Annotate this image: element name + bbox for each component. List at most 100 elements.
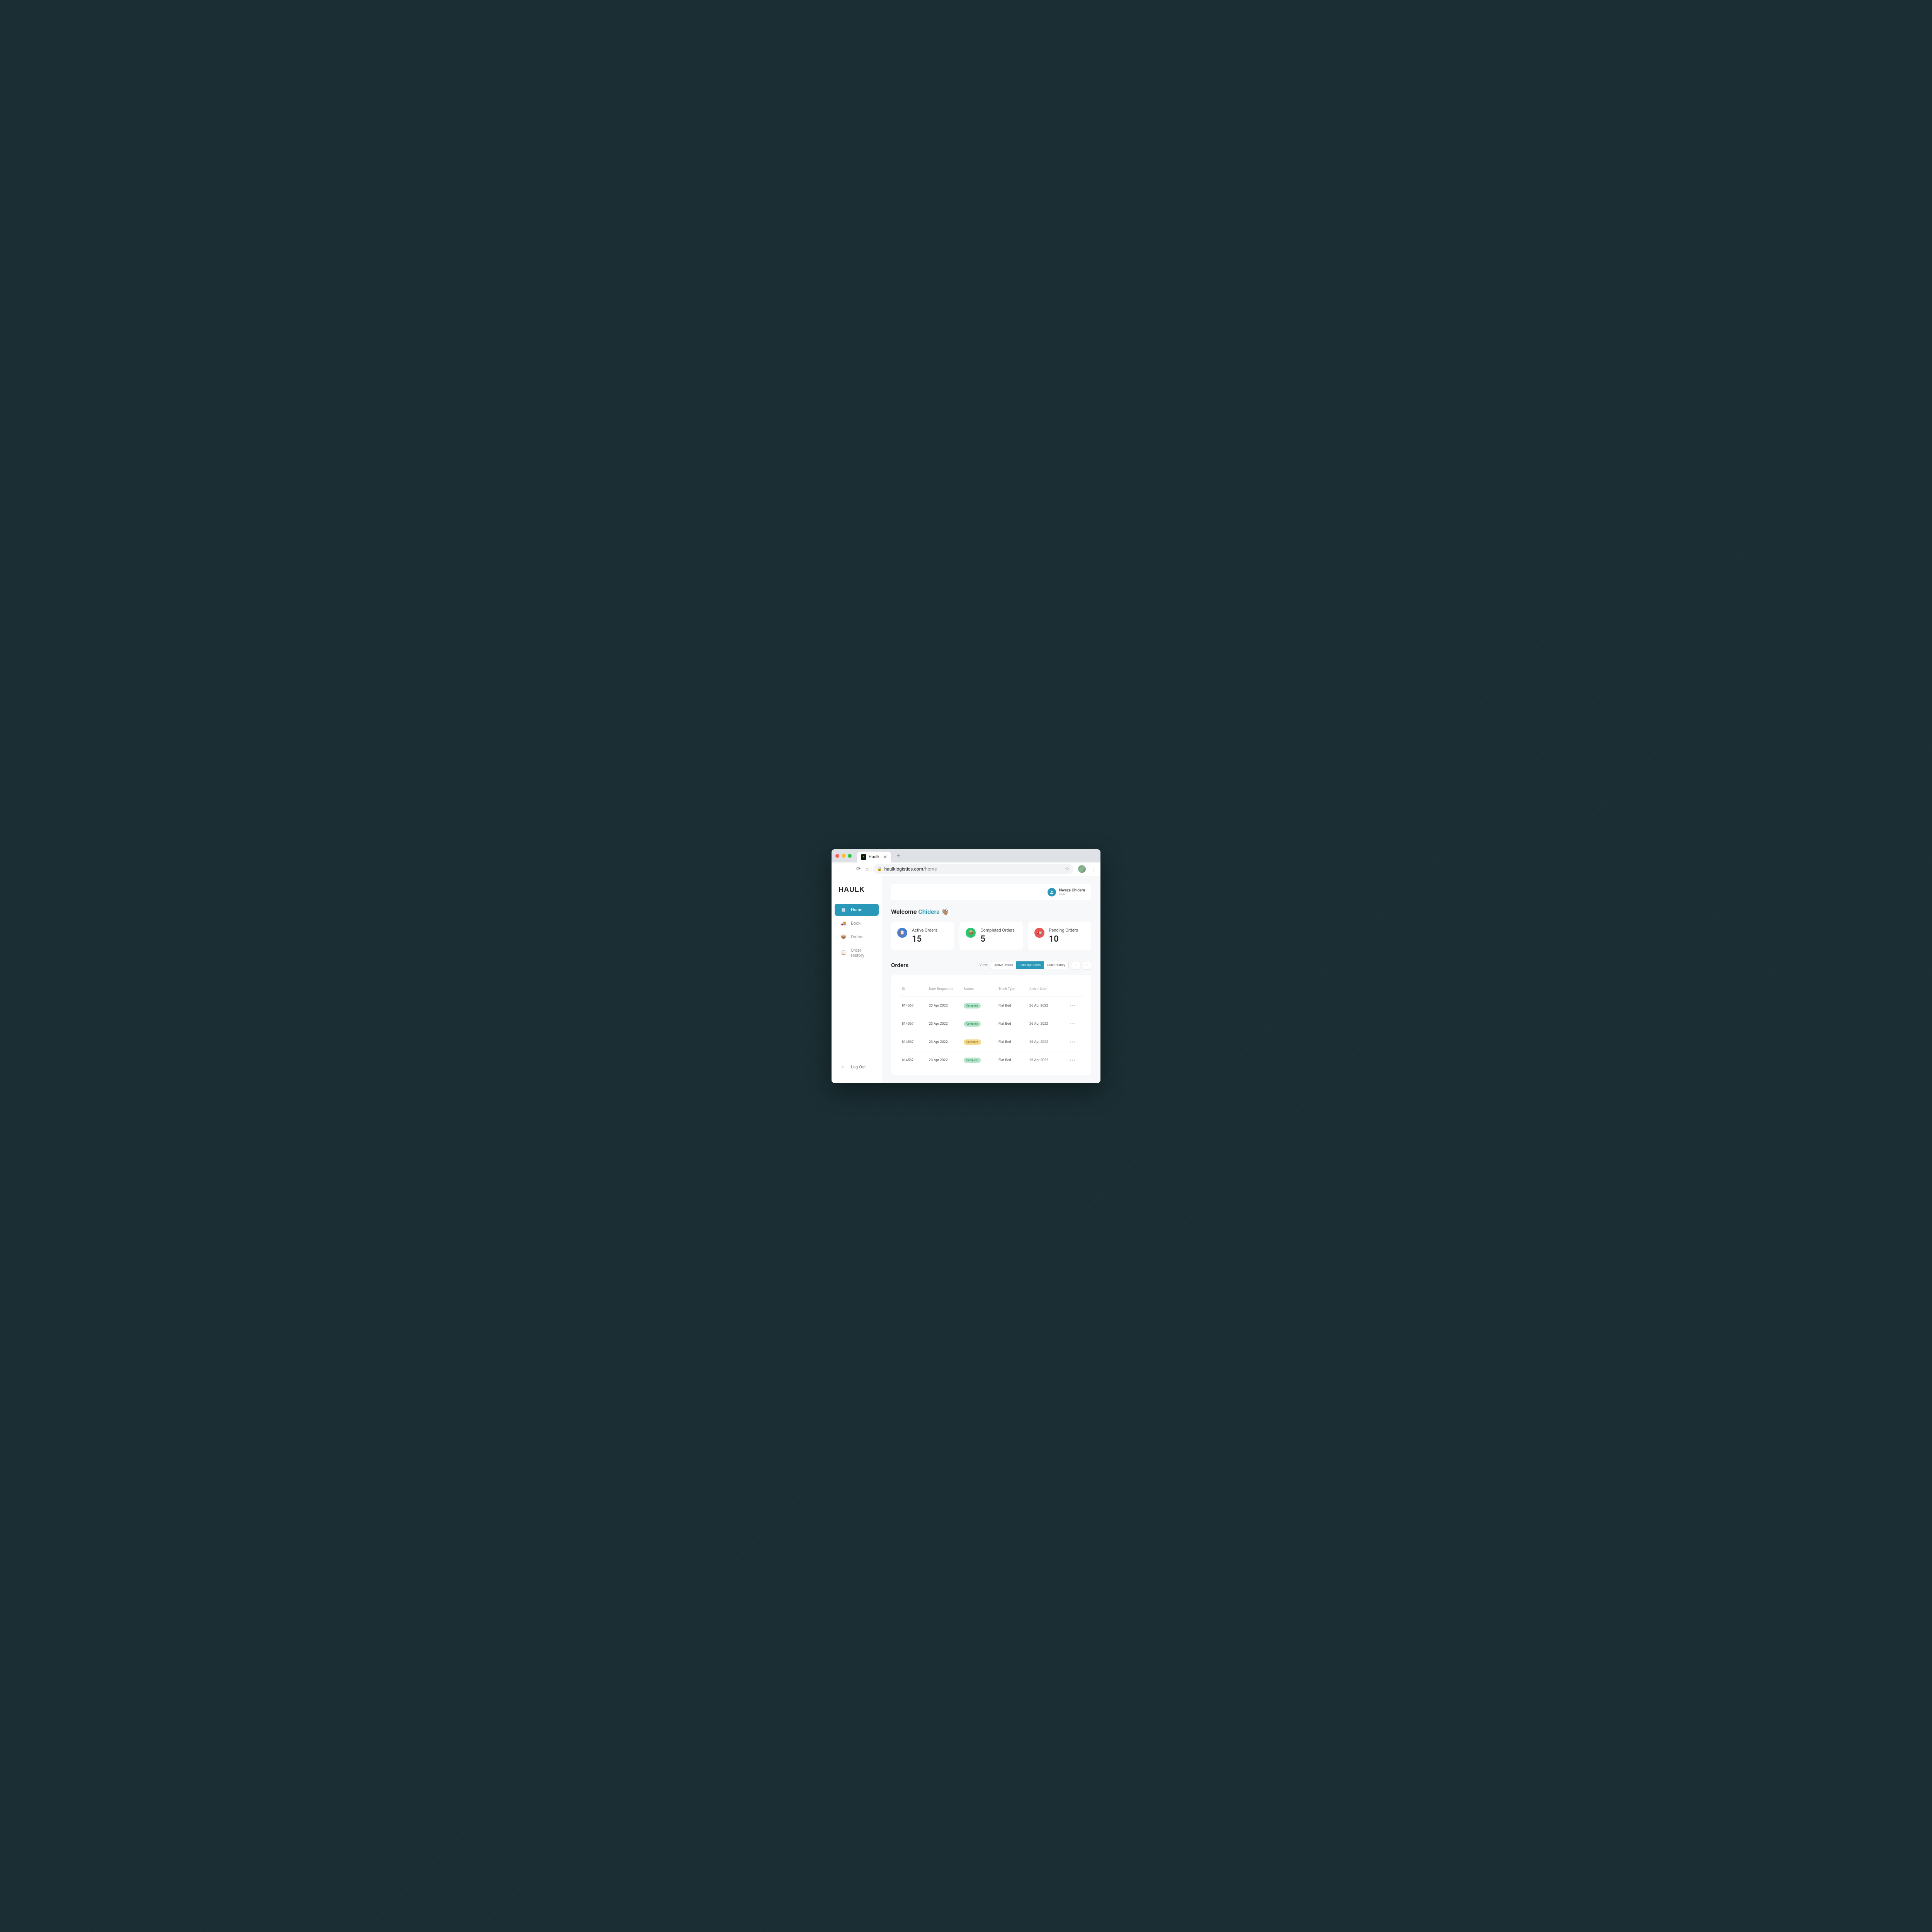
orders-header: Orders View: Active Orders Pending Order… <box>891 961 1091 969</box>
tab-title: Haulk <box>869 854 879 859</box>
back-icon[interactable]: ← <box>836 866 842 872</box>
browser-tab-bar: ✦ Haulk ✕ + <box>832 849 1100 862</box>
view-filters: View: Active Orders Pending Orders Order… <box>980 961 1091 969</box>
user-role: User <box>1059 893 1085 896</box>
profile-avatar-icon[interactable] <box>1078 865 1086 873</box>
new-tab-button[interactable]: + <box>896 852 900 859</box>
welcome-heading: Welcome Chidera 👋🏽 <box>891 908 1091 915</box>
stat-value: 5 <box>980 934 1015 944</box>
url-field[interactable]: 🔒 haulklogistics.com/home ☆ <box>873 864 1073 874</box>
sidebar-item-label: Log Out <box>851 1065 866 1070</box>
row-menu-icon[interactable]: ••• <box>1064 1058 1076 1063</box>
stat-card-completed-orders: 📦 Completed Orders 5 <box>959 922 1022 950</box>
browser-tab[interactable]: ✦ Haulk ✕ <box>857 852 891 862</box>
cell-date-requested: 23 Apr 2022 <box>929 1022 960 1026</box>
cell-truck-type: Flat Bed <box>998 1022 1026 1026</box>
sidebar: HAULK ▦ Home 🚚 Book 📦 Orders 📋 Order His… <box>832 876 882 1083</box>
table-row: 814567 23 Apr 2022 Complete Flat Bed 26 … <box>899 1015 1083 1033</box>
close-window-icon[interactable] <box>835 854 839 858</box>
row-menu-icon[interactable]: ••• <box>1064 1039 1076 1045</box>
main-content: Nweze Chidera User Welcome Chidera 👋🏽 📋 … <box>882 876 1100 1083</box>
box-icon: 📦 <box>841 934 846 939</box>
orders-table: ID Date Requested Status Truck Type Arri… <box>891 975 1091 1075</box>
cell-id: 814567 <box>902 1040 925 1044</box>
home-icon[interactable]: ⌂ <box>866 866 869 872</box>
close-tab-icon[interactable]: ✕ <box>883 855 887 859</box>
delivery-icon: 🚛 <box>1034 928 1044 938</box>
col-truck-type: Truck Type <box>998 987 1026 991</box>
forward-icon[interactable]: → <box>846 866 852 872</box>
filter-tab-pending-orders[interactable]: Pending Orders <box>1016 961 1044 969</box>
cell-id: 814567 <box>902 1004 925 1008</box>
favicon-icon: ✦ <box>861 854 866 860</box>
row-menu-icon[interactable]: ••• <box>1064 1021 1076 1027</box>
col-status: Status <box>964 987 995 991</box>
stat-label: Completed Orders <box>980 928 1015 933</box>
user-avatar-icon <box>1048 888 1056 896</box>
sidebar-item-order-history[interactable]: 📋 Order History <box>835 944 879 961</box>
reload-icon[interactable]: ⟳ <box>856 866 861 872</box>
address-bar: ← → ⟳ ⌂ 🔒 haulklogistics.com/home ☆ ⋮ <box>832 862 1100 876</box>
status-badge: Complete <box>964 1021 981 1027</box>
cell-id: 814567 <box>902 1058 925 1062</box>
view-label: View: <box>980 963 988 967</box>
stat-label: Active Orders <box>912 928 937 933</box>
browser-window: ✦ Haulk ✕ + ← → ⟳ ⌂ 🔒 haulklogistics.com… <box>832 849 1100 1083</box>
col-date-requested: Date Requested <box>929 987 960 991</box>
filter-tab-active-orders[interactable]: Active Orders <box>991 961 1016 969</box>
next-page-button[interactable]: › <box>1083 961 1091 969</box>
user-name: Nweze Chidera <box>1059 888 1085 893</box>
cell-date-requested: 23 Apr 2022 <box>929 1058 960 1062</box>
col-id: ID <box>902 987 925 991</box>
lock-icon: 🔒 <box>877 867 882 871</box>
filter-tabs: Active Orders Pending Orders Order Histo… <box>991 961 1069 969</box>
browser-menu-icon[interactable]: ⋮ <box>1090 866 1096 872</box>
stat-card-active-orders: 📋 Active Orders 15 <box>891 922 954 950</box>
cell-date-requested: 23 Apr 2022 <box>929 1004 960 1008</box>
table-row: 814567 23 Apr 2022 Cancelled Flat Bed 26… <box>899 1033 1083 1051</box>
url-text: haulklogistics.com/home <box>884 866 937 872</box>
stat-cards: 📋 Active Orders 15 📦 Completed Orders 5 … <box>891 922 1091 950</box>
cell-arrival-date: 26 Apr 2022 <box>1029 1022 1060 1026</box>
grid-icon: ▦ <box>841 907 846 912</box>
sidebar-item-book[interactable]: 🚚 Book <box>835 917 879 929</box>
bookmark-icon[interactable]: ☆ <box>1065 866 1070 872</box>
sidebar-item-label: Order History <box>851 948 872 958</box>
status-badge: Cancelled <box>964 1039 981 1045</box>
history-icon: 📋 <box>841 950 846 955</box>
cell-truck-type: Flat Bed <box>998 1040 1026 1044</box>
sidebar-item-label: Book <box>851 921 861 926</box>
cell-truck-type: Flat Bed <box>998 1058 1026 1062</box>
stat-label: Pending Orders <box>1049 928 1078 933</box>
sidebar-item-label: Home <box>851 907 862 912</box>
status-badge: Complete <box>964 1058 981 1063</box>
cell-id: 814567 <box>902 1022 925 1026</box>
logout-icon: ⇤ <box>841 1065 846 1070</box>
sidebar-item-home[interactable]: ▦ Home <box>835 904 879 916</box>
col-arrival-date: Arrival Date <box>1029 987 1060 991</box>
row-menu-icon[interactable]: ••• <box>1064 1003 1076 1009</box>
cell-arrival-date: 26 Apr 2022 <box>1029 1058 1060 1062</box>
stat-value: 15 <box>912 934 937 944</box>
header-bar: Nweze Chidera User <box>891 884 1091 900</box>
cell-date-requested: 23 Apr 2022 <box>929 1040 960 1044</box>
cell-truck-type: Flat Bed <box>998 1004 1026 1008</box>
window-controls <box>835 854 852 858</box>
sidebar-item-logout[interactable]: ⇤ Log Out <box>835 1061 879 1073</box>
sidebar-item-orders[interactable]: 📦 Orders <box>835 931 879 943</box>
pager: ‹ › <box>1072 961 1091 969</box>
filter-tab-order-history[interactable]: Order History <box>1044 961 1068 969</box>
user-chip[interactable]: Nweze Chidera User <box>1048 888 1085 896</box>
table-row: 814567 23 Apr 2022 Complete Flat Bed 26 … <box>899 997 1083 1015</box>
maximize-window-icon[interactable] <box>848 854 852 858</box>
prev-page-button[interactable]: ‹ <box>1072 961 1080 969</box>
truck-icon: 🚚 <box>841 921 846 926</box>
package-icon: 📦 <box>966 928 976 938</box>
table-row: 814567 23 Apr 2022 Complete Flat Bed 26 … <box>899 1051 1083 1069</box>
clipboard-icon: 📋 <box>897 928 907 938</box>
logo: HAULK <box>832 886 882 903</box>
cell-arrival-date: 26 Apr 2022 <box>1029 1040 1060 1044</box>
minimize-window-icon[interactable] <box>842 854 845 858</box>
orders-title: Orders <box>891 962 908 969</box>
sidebar-item-label: Orders <box>851 934 864 939</box>
